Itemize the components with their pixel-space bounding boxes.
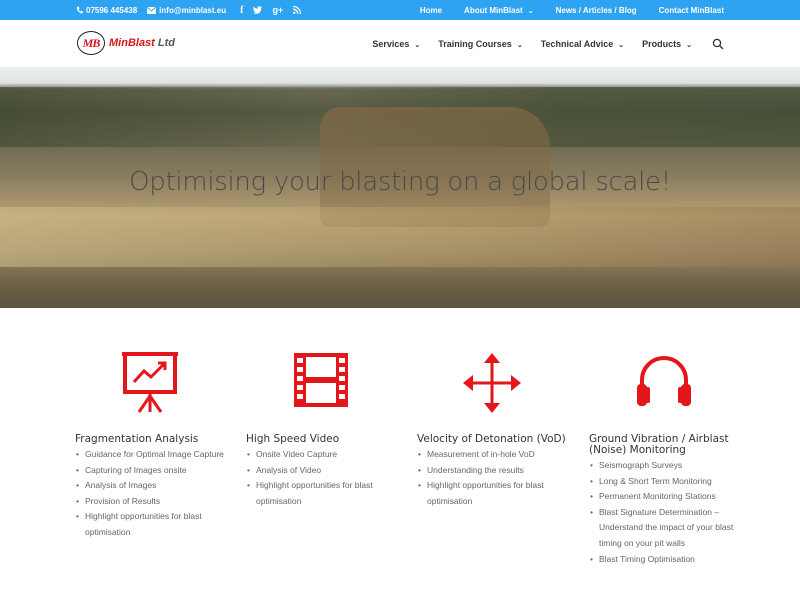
presentation-chart-icon	[122, 352, 178, 413]
list-item: Analysis of Images	[75, 478, 225, 494]
logo-wordmark: MinBlast Ltd	[109, 37, 175, 49]
feature-title: Fragmentation Analysis	[75, 433, 199, 445]
logo-badge-text: MB	[82, 35, 101, 50]
nav-training-courses[interactable]: Training Courses ⌄	[438, 39, 522, 49]
site-logo[interactable]: MB MinBlast Ltd	[77, 30, 175, 56]
chevron-down-icon: ⌄	[618, 41, 625, 49]
social-links: f g+	[240, 5, 302, 16]
search-icon[interactable]	[712, 38, 724, 50]
phone-contact[interactable]: 07596 445438	[76, 6, 137, 15]
top-nav-home[interactable]: Home	[420, 6, 442, 15]
list-item: Analysis of Video	[246, 463, 396, 479]
chevron-down-icon: ⌄	[414, 41, 421, 49]
list-item: Highlight opportunities for blast optimi…	[75, 509, 225, 540]
services-features: Fragmentation Analysis Guidance for Opti…	[75, 350, 735, 590]
feature-icon-wrap	[75, 350, 225, 420]
nav-training-label: Training Courses	[438, 38, 512, 49]
list-item: Guidance for Optimal Image Capture	[75, 447, 225, 463]
nav-technical-label: Technical Advice	[540, 38, 614, 49]
list-item: Understanding the results	[417, 463, 567, 479]
facebook-icon[interactable]: f	[240, 5, 243, 16]
list-item: Highlight opportunities for blast optimi…	[417, 478, 567, 509]
top-bar: 07596 445438 info@minblast.eu f g+ Home …	[0, 0, 800, 20]
feature-title: Velocity of Detonation (VoD)	[417, 433, 566, 445]
nav-products-label: Products	[642, 38, 682, 49]
top-nav-about[interactable]: About MinBlast ⌄	[464, 6, 534, 15]
feature-list: Measurement of in-hole VoD Understanding…	[417, 447, 567, 509]
feature-fragmentation: Fragmentation Analysis Guidance for Opti…	[75, 350, 225, 541]
chevron-down-icon: ⌄	[686, 41, 692, 49]
logo-name: MinBlast	[109, 37, 155, 49]
hero-background-rock	[0, 207, 800, 267]
phone-icon	[76, 6, 83, 14]
main-nav: Services ⌄ Training Courses ⌄ Technical Ad…	[372, 20, 724, 67]
nav-services-label: Services	[372, 38, 410, 49]
nav-products[interactable]: Products ⌄	[642, 39, 692, 49]
feature-ground-vibration: Ground Vibration / Airblast (Noise) Moni…	[589, 350, 739, 567]
headphones-icon	[637, 356, 691, 406]
list-item: Onsite Video Capture	[246, 447, 396, 463]
hero-headline: Optimising your blasting on a global sca…	[129, 167, 671, 197]
top-nav-contact[interactable]: Contact MinBlast	[659, 6, 724, 15]
move-arrows-icon	[463, 353, 521, 413]
email-address: info@minblast.eu	[159, 5, 227, 15]
feature-icon-wrap	[417, 350, 567, 420]
logo-suffix: Ltd	[157, 37, 176, 49]
nav-services[interactable]: Services ⌄	[372, 39, 420, 49]
list-item: Long & Short Term Monitoring	[589, 474, 739, 490]
email-contact[interactable]: info@minblast.eu	[147, 6, 226, 15]
feature-icon-wrap	[246, 350, 396, 420]
list-item: Measurement of in-hole VoD	[417, 447, 567, 463]
logo-badge: MB	[77, 31, 105, 55]
list-item: Blast Timing Optimisation	[589, 552, 739, 568]
feature-list: Guidance for Optimal Image Capture Captu…	[75, 447, 225, 541]
feature-velocity-detonation: Velocity of Detonation (VoD) Measurement…	[417, 350, 567, 509]
google-plus-icon[interactable]: g+	[272, 5, 283, 15]
rss-icon[interactable]	[293, 6, 302, 14]
feature-icon-wrap	[589, 350, 739, 420]
list-item: Capturing of Images onsite	[75, 463, 225, 479]
twitter-icon[interactable]	[253, 6, 263, 14]
top-nav-news[interactable]: News / Articles / Blog	[556, 6, 637, 15]
list-item: Permanent Monitoring Stations	[589, 489, 739, 505]
feature-list: Seismograph Surveys Long & Short Term Mo…	[589, 458, 739, 567]
top-nav-about-label: About MinBlast	[464, 5, 523, 15]
chevron-down-icon: ⌄	[527, 7, 534, 15]
top-nav: Home About MinBlast ⌄ News / Articles / B…	[420, 0, 724, 20]
nav-technical-advice[interactable]: Technical Advice ⌄	[541, 39, 624, 49]
hero-banner: Optimising your blasting on a global sca…	[0, 67, 800, 308]
main-header: MB MinBlast Ltd Services ⌄ Training Cours…	[0, 20, 800, 67]
list-item: Blast Signature Determination – Understa…	[589, 505, 739, 552]
feature-title: Ground Vibration / Airblast (Noise) Moni…	[589, 433, 729, 456]
list-item: Seismograph Surveys	[589, 458, 739, 474]
contact-info: 07596 445438 info@minblast.eu f g+	[76, 0, 302, 20]
list-item: Highlight opportunities for blast optimi…	[246, 478, 396, 509]
feature-list: Onsite Video Capture Analysis of Video H…	[246, 447, 396, 509]
feature-high-speed-video: High Speed Video Onsite Video Capture An…	[246, 350, 396, 509]
feature-title: High Speed Video	[246, 433, 340, 445]
film-strip-icon	[294, 353, 348, 407]
list-item: Provision of Results	[75, 494, 225, 510]
phone-number: 07596 445438	[86, 5, 138, 15]
mail-icon	[147, 6, 157, 14]
chevron-down-icon: ⌄	[516, 41, 523, 49]
